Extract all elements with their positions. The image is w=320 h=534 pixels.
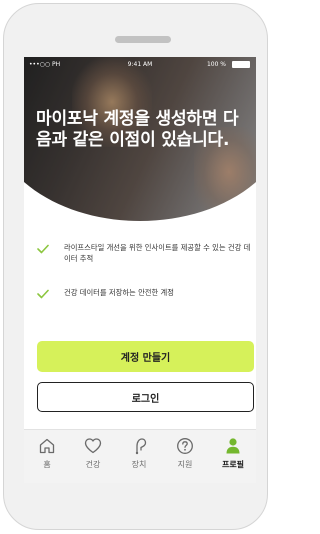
tab-home[interactable]: 홈 [24, 437, 70, 481]
profile-icon [226, 438, 240, 454]
check-icon [37, 244, 49, 254]
tab-devices[interactable]: 장치 [116, 437, 162, 481]
help-icon [177, 438, 193, 454]
tab-support[interactable]: 지원 [162, 437, 208, 481]
tab-health[interactable]: 건강 [70, 437, 116, 481]
benefit-text: 건강 데이터를 저장하는 안전한 계정 [64, 288, 174, 297]
hero-image: •••○○ PH 9:41 AM 100 % 마이포낙 계정을 생성하면 다음과… [24, 57, 256, 222]
app-screen: •••○○ PH 9:41 AM 100 % 마이포낙 계정을 생성하면 다음과… [24, 57, 256, 483]
home-icon [39, 438, 55, 454]
tab-label: 건강 [85, 460, 101, 469]
benefit-text: 라이프스타일 개선을 위한 인사이트를 제공할 수 있는 건강 데이터 추적 [64, 243, 251, 263]
tab-bar: 홈 건강 장치 지원 프로필 [24, 429, 256, 483]
tab-label: 장치 [131, 460, 147, 469]
create-account-button[interactable]: 계정 만들기 [37, 341, 254, 372]
battery-icon [232, 61, 250, 68]
tab-label: 홈 [43, 460, 51, 469]
heart-icon [84, 438, 102, 454]
tab-label: 프로필 [221, 460, 245, 469]
phone-speaker [115, 36, 171, 43]
page-headline: 마이포낙 계정을 생성하면 다음과 같은 이점이 있습니다. [36, 109, 239, 150]
hero-curve [24, 182, 256, 222]
check-icon [37, 289, 49, 299]
tab-profile[interactable]: 프로필 [210, 437, 256, 481]
tab-label: 지원 [177, 460, 193, 469]
battery-text: 100 % [206, 61, 226, 68]
hearing-aid-icon [135, 438, 147, 455]
login-button[interactable]: 로그인 [37, 382, 254, 412]
phone-frame: •••○○ PH 9:41 AM 100 % 마이포낙 계정을 생성하면 다음과… [3, 3, 268, 530]
status-bar: •••○○ PH 9:41 AM 100 % [24, 57, 256, 73]
